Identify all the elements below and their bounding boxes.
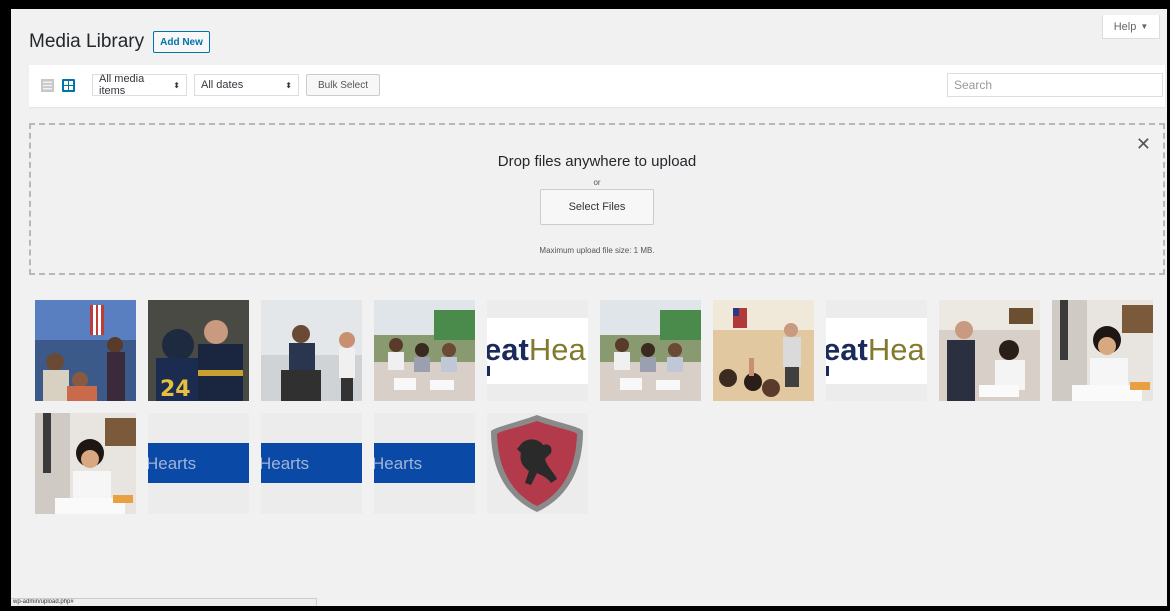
page-title: Media Library	[29, 31, 145, 52]
media-thumbnail-football[interactable]: 24	[148, 300, 249, 401]
media-type-filter[interactable]: All media items ⬍	[92, 73, 187, 97]
date-filter[interactable]: All dates ⬍	[194, 74, 299, 96]
media-toolbar: All media items ⬍ All dates ⬍ Bulk Selec…	[29, 65, 1165, 107]
media-thumbnail-classroom-flag[interactable]	[35, 300, 136, 401]
media-thumbnail-banner[interactable]: Hearts	[148, 413, 249, 514]
status-bar-url: wp-admin/upload.php#	[11, 598, 317, 606]
upload-dropzone[interactable]: ✕ Drop files anywhere to upload or Selec…	[29, 123, 1165, 275]
media-thumbnail-banner[interactable]: Hearts	[374, 413, 475, 514]
dropzone-or: or	[593, 178, 601, 187]
svg-text:Hearts: Hearts	[374, 454, 422, 473]
media-thumbnail-banner[interactable]: Hearts	[261, 413, 362, 514]
media-thumbnail-students-writing[interactable]	[939, 300, 1040, 401]
svg-text:eatHea: eatHea	[487, 332, 586, 367]
help-label: Help	[1113, 20, 1137, 33]
select-files-button[interactable]: Select Files	[540, 189, 654, 225]
media-thumbnail-students-desk[interactable]	[600, 300, 701, 401]
media-thumbnail-classroom-teacher[interactable]	[713, 300, 814, 401]
svg-text:24: 24	[160, 377, 191, 401]
select-arrows-icon: ⬍	[285, 80, 292, 90]
dropzone-title: Drop files anywhere to upload	[497, 153, 697, 170]
close-icon[interactable]: ✕	[1136, 135, 1151, 153]
add-new-button[interactable]: Add New	[153, 31, 210, 53]
max-upload-size: Maximum upload file size: 1 MB.	[539, 246, 655, 255]
help-button[interactable]: Help ▼	[1102, 15, 1160, 39]
svg-text:Hearts: Hearts	[148, 454, 196, 473]
media-thumbnail-teacher-student[interactable]	[261, 300, 362, 401]
date-filter-value: All dates	[201, 79, 244, 91]
media-type-value: All media items	[99, 73, 145, 97]
list-view-icon[interactable]	[40, 78, 55, 93]
media-thumbnail-girl-writing[interactable]	[35, 413, 136, 514]
search-input[interactable]	[947, 73, 1163, 97]
grid-view-icon[interactable]	[61, 78, 76, 93]
bulk-select-button[interactable]: Bulk Select	[306, 74, 380, 96]
chevron-down-icon: ▼	[1140, 22, 1149, 31]
media-thumbnail-logo[interactable]: eatHea	[487, 300, 588, 401]
media-thumbnail-students-desk[interactable]	[374, 300, 475, 401]
select-arrows-icon: ⬍	[173, 80, 180, 90]
svg-text:Hearts: Hearts	[261, 454, 309, 473]
media-thumbnail-logo[interactable]: eatHea	[826, 300, 927, 401]
svg-text:eatHea: eatHea	[826, 332, 925, 367]
page-header: Media Library Add New	[29, 31, 210, 53]
media-library-screen: Help ▼ Media Library Add New All media i…	[11, 9, 1167, 606]
media-thumbnail-shield-crest[interactable]	[487, 413, 588, 514]
media-thumbnail-girl-writing[interactable]	[1052, 300, 1153, 401]
